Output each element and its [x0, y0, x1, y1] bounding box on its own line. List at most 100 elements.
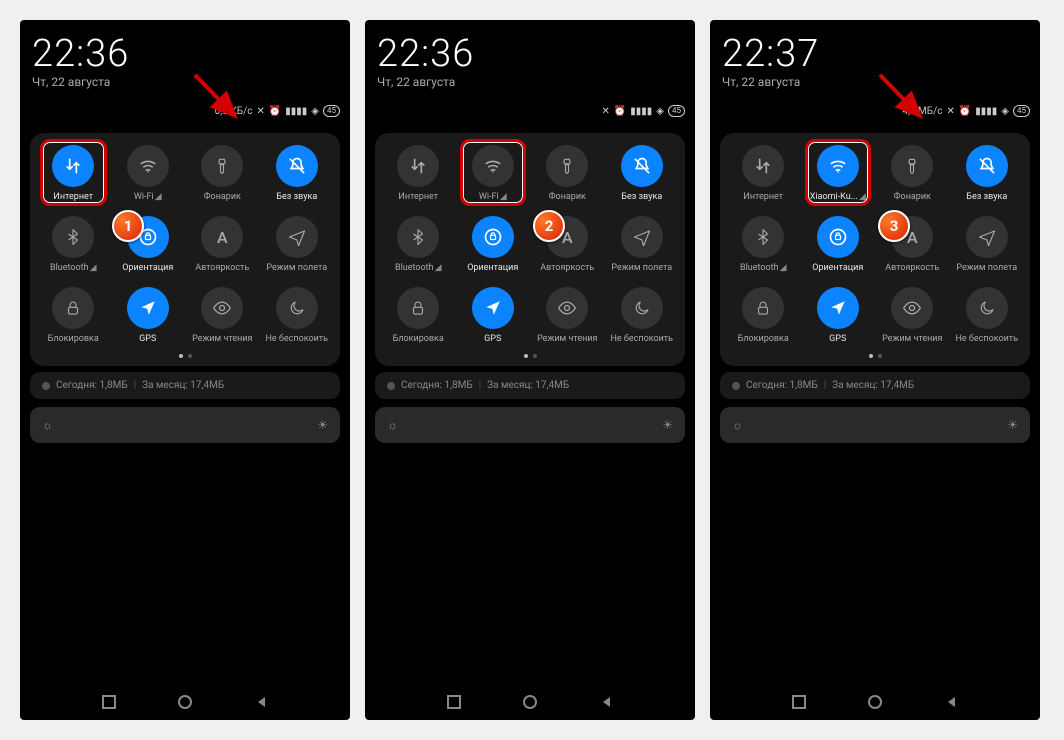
wifi-icon[interactable] — [127, 145, 169, 187]
lock-rot-icon[interactable] — [127, 216, 169, 258]
lock-icon[interactable] — [52, 287, 94, 329]
bt-icon[interactable] — [52, 216, 94, 258]
tile-internet[interactable]: Интернет — [381, 145, 456, 202]
tile-label: Блокировка — [393, 334, 444, 344]
tile-autob[interactable]: AАвтояркость — [185, 216, 260, 273]
A-icon[interactable]: A — [201, 216, 243, 258]
data-icon[interactable] — [397, 145, 439, 187]
home-button[interactable] — [522, 694, 538, 710]
gps-icon[interactable] — [817, 287, 859, 329]
tile-gps[interactable]: GPS — [111, 287, 186, 344]
eye-icon[interactable] — [201, 287, 243, 329]
home-button[interactable] — [867, 694, 883, 710]
eye-icon[interactable] — [546, 287, 588, 329]
recent-apps-button[interactable] — [791, 694, 807, 710]
recent-apps-button[interactable] — [446, 694, 462, 710]
mute-icon[interactable] — [621, 145, 663, 187]
tile-label: Режим полета — [266, 263, 327, 273]
data-icon[interactable] — [52, 145, 94, 187]
tile-read[interactable]: Режим чтения — [185, 287, 260, 344]
tile-read[interactable]: Режим чтения — [530, 287, 605, 344]
tile-lock[interactable]: Блокировка — [381, 287, 456, 344]
tile-label: Фонарик — [204, 192, 241, 202]
tile-bt[interactable]: Bluetooth◢ — [381, 216, 456, 273]
tile-gps[interactable]: GPS — [801, 287, 876, 344]
tile-read[interactable]: Режим чтения — [875, 287, 950, 344]
wifi-icon[interactable] — [472, 145, 514, 187]
gps-icon[interactable] — [127, 287, 169, 329]
tile-airplane[interactable]: Режим полета — [260, 216, 335, 273]
tile-airplane[interactable]: Режим полета — [605, 216, 680, 273]
wifi-icon: ◈ — [311, 106, 319, 117]
brightness-slider[interactable]: ☼☀ — [720, 407, 1030, 443]
back-button[interactable] — [943, 694, 959, 710]
lock-rot-icon[interactable] — [472, 216, 514, 258]
lock-icon[interactable] — [397, 287, 439, 329]
gps-icon[interactable] — [472, 287, 514, 329]
bt-icon[interactable] — [397, 216, 439, 258]
tile-wifi[interactable]: Xiaomi-Ku...◢ — [801, 145, 876, 202]
A-icon[interactable]: A — [546, 216, 588, 258]
clock: 22:36 — [377, 35, 683, 73]
tile-internet[interactable]: Интернет — [36, 145, 111, 202]
flash-icon[interactable] — [201, 145, 243, 187]
tile-flash[interactable]: Фонарик — [185, 145, 260, 202]
tile-gps[interactable]: GPS — [456, 287, 531, 344]
battery-indicator: 45 — [1013, 105, 1030, 117]
plane-icon[interactable] — [621, 216, 663, 258]
A-icon[interactable]: A — [891, 216, 933, 258]
mute-icon[interactable] — [276, 145, 318, 187]
brightness-slider[interactable]: ☼☀ — [375, 407, 685, 443]
data-usage-bar[interactable]: Сегодня: 1,8МБ|За месяц: 17,4МБ — [375, 372, 685, 399]
bt-icon[interactable] — [742, 216, 784, 258]
dnd-icon: ✕ — [256, 106, 264, 117]
tile-orient[interactable]: Ориентация — [111, 216, 186, 273]
data-usage-bar[interactable]: Сегодня: 1,8МБ|За месяц: 17,4МБ — [720, 372, 1030, 399]
tile-autob[interactable]: AАвтояркость — [875, 216, 950, 273]
tile-lock[interactable]: Блокировка — [726, 287, 801, 344]
tile-dnd[interactable]: Не беспокоить — [605, 287, 680, 344]
lock-rot-icon[interactable] — [817, 216, 859, 258]
tile-autob[interactable]: AАвтояркость — [530, 216, 605, 273]
tile-orient[interactable]: Ориентация — [801, 216, 876, 273]
back-button[interactable] — [598, 694, 614, 710]
home-button[interactable] — [177, 694, 193, 710]
plane-icon[interactable] — [966, 216, 1008, 258]
nav-bar — [365, 694, 695, 710]
brightness-slider[interactable]: ☼☀ — [30, 407, 340, 443]
tile-bt[interactable]: Bluetooth◢ — [36, 216, 111, 273]
tile-internet[interactable]: Интернет — [726, 145, 801, 202]
data-icon[interactable] — [742, 145, 784, 187]
tile-orient[interactable]: Ориентация — [456, 216, 531, 273]
tile-dnd[interactable]: Не беспокоить — [260, 287, 335, 344]
mute-icon[interactable] — [966, 145, 1008, 187]
wifi-icon[interactable] — [817, 145, 859, 187]
battery-indicator: 45 — [668, 105, 685, 117]
tile-label: GPS — [829, 334, 846, 344]
tile-airplane[interactable]: Режим полета — [950, 216, 1025, 273]
tile-flash[interactable]: Фонарик — [530, 145, 605, 202]
data-usage-bar[interactable]: Сегодня: 1,8МБ|За месяц: 17,4МБ — [30, 372, 340, 399]
tile-mute[interactable]: Без звука — [605, 145, 680, 202]
tile-wifi[interactable]: Wi-Fi◢ — [111, 145, 186, 202]
lock-icon[interactable] — [742, 287, 784, 329]
flash-icon[interactable] — [546, 145, 588, 187]
nav-bar — [710, 694, 1040, 710]
moon-icon[interactable] — [621, 287, 663, 329]
moon-icon[interactable] — [966, 287, 1008, 329]
tile-lock[interactable]: Блокировка — [36, 287, 111, 344]
plane-icon[interactable] — [276, 216, 318, 258]
recent-apps-button[interactable] — [101, 694, 117, 710]
moon-icon[interactable] — [276, 287, 318, 329]
tile-mute[interactable]: Без звука — [950, 145, 1025, 202]
tile-label: Bluetooth◢ — [50, 263, 96, 273]
flash-icon[interactable] — [891, 145, 933, 187]
tile-dnd[interactable]: Не беспокоить — [950, 287, 1025, 344]
tile-flash[interactable]: Фонарик — [875, 145, 950, 202]
back-button[interactable] — [253, 694, 269, 710]
tile-bt[interactable]: Bluetooth◢ — [726, 216, 801, 273]
tile-wifi[interactable]: Wi-Fi◢ — [456, 145, 531, 202]
eye-icon[interactable] — [891, 287, 933, 329]
signal-icon: ▮▮▮▮ — [285, 106, 307, 117]
tile-mute[interactable]: Без звука — [260, 145, 335, 202]
